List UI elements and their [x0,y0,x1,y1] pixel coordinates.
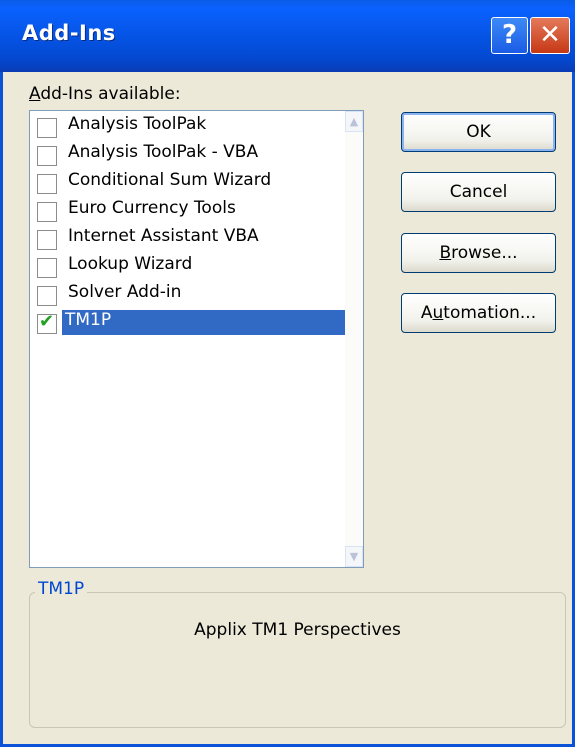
list-item[interactable]: Solver Add-in [34,281,345,308]
help-icon: ? [501,20,518,50]
add-in-checkbox[interactable] [37,286,57,306]
browse-label-rest: rowse... [451,243,518,263]
add-in-label: Lookup Wizard [68,254,193,274]
add-in-checkbox[interactable] [37,258,57,278]
details-group-title: TM1P [35,579,88,599]
list-item[interactable]: ✔ TM1P [34,309,348,336]
checkmark-icon: ✔ [39,311,55,332]
add-ins-listbox[interactable]: Analysis ToolPak Analysis ToolPak - VBA Co… [29,110,364,568]
details-groupbox [29,592,566,728]
list-item[interactable]: Analysis ToolPak - VBA [34,141,345,168]
browse-button[interactable]: Browse... [401,233,556,273]
title-bar[interactable]: Add-Ins ? ✕ [0,0,575,72]
scroll-down-button[interactable]: ▼ [345,546,363,567]
cancel-button[interactable]: Cancel [401,172,556,212]
vertical-scrollbar[interactable]: ▲ ▼ [345,111,363,567]
chevron-up-icon: ▲ [349,115,359,128]
add-in-label: Analysis ToolPak - VBA [68,142,259,162]
add-ins-dialog: Add-Ins ? ✕ Add-Ins available: Analysis … [0,0,575,747]
list-item[interactable]: Conditional Sum Wizard [34,169,345,196]
add-ins-available-label: Add-Ins available: [29,84,181,104]
automation-label-prefix: A [420,303,433,323]
mnemonic-b: B [439,243,452,263]
mnemonic-u: u [432,303,444,323]
add-in-checkbox[interactable] [37,174,57,194]
list-item[interactable]: Euro Currency Tools [34,197,345,224]
scroll-up-button[interactable]: ▲ [345,111,363,132]
close-icon: ✕ [539,20,561,50]
help-button[interactable]: ? [491,17,528,54]
close-button[interactable]: ✕ [530,17,570,54]
ok-button[interactable]: OK [401,112,556,152]
list-item[interactable]: Lookup Wizard [34,253,345,280]
add-in-label: Internet Assistant VBA [68,226,259,246]
label-rest: dd-Ins available: [40,84,181,104]
list-item[interactable]: Analysis ToolPak [34,113,345,140]
chevron-down-icon: ▼ [349,550,359,563]
add-in-description: Applix TM1 Perspectives [194,620,401,640]
add-in-checkbox[interactable] [37,118,57,138]
add-in-checkbox[interactable] [37,202,57,222]
add-in-label: Analysis ToolPak [68,114,207,134]
add-in-checkbox[interactable] [37,146,57,166]
automation-label-rest: tomation... [443,303,537,323]
add-in-checkbox[interactable]: ✔ [37,311,57,334]
add-in-label: TM1P [62,310,348,335]
automation-button[interactable]: Automation... [401,293,556,333]
add-in-label: Euro Currency Tools [68,198,236,218]
add-in-checkbox[interactable] [37,230,57,250]
add-in-label: Solver Add-in [68,282,182,302]
window-title: Add-Ins [22,21,116,45]
list-item[interactable]: Internet Assistant VBA [34,225,345,252]
add-in-label: Conditional Sum Wizard [68,170,272,190]
mnemonic-a: A [29,84,41,104]
